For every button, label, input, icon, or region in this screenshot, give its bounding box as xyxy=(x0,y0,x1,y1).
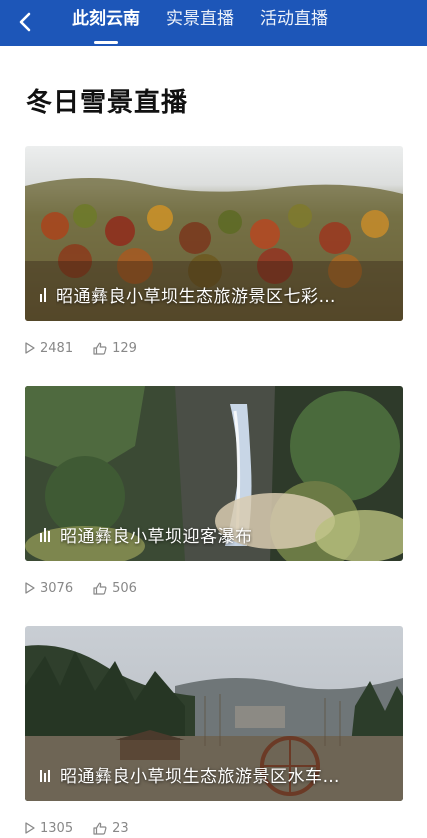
video-card[interactable]: 昭通彝良小草坝生态旅游景区七彩… 2481 129 xyxy=(25,146,403,357)
video-card[interactable]: 昭通彝良小草坝迎客瀑布 3076 506 xyxy=(25,386,403,597)
video-title: 昭通彝良小草坝迎客瀑布 xyxy=(60,527,253,547)
section-title: 冬日雪景直播 xyxy=(26,88,189,118)
play-count: 2481 xyxy=(25,341,73,356)
live-bars-icon xyxy=(40,287,48,302)
thumbs-up-icon xyxy=(93,342,107,355)
live-bars-icon xyxy=(40,527,52,542)
video-caption: 昭通彝良小草坝生态旅游景区七彩… xyxy=(40,282,391,307)
tab-bar: 此刻云南 实景直播 活动直播 xyxy=(72,0,354,46)
video-card[interactable]: 昭通彝良小草坝生态旅游景区水车… 1305 23 xyxy=(25,626,403,837)
video-title: 昭通彝良小草坝生态旅游景区七彩… xyxy=(56,287,336,307)
video-title: 昭通彝良小草坝生态旅游景区水车… xyxy=(60,767,340,787)
tab-event-live[interactable]: 活动直播 xyxy=(260,0,328,46)
video-thumbnail[interactable]: 昭通彝良小草坝生态旅游景区水车… xyxy=(25,626,403,801)
back-button[interactable] xyxy=(10,7,40,37)
app-screen: 此刻云南 实景直播 活动直播 冬日雪景直播 昭通彝良小草坝生态旅游景区七彩… 2… xyxy=(0,0,427,838)
video-stats: 1305 23 xyxy=(25,819,403,837)
play-count-value: 1305 xyxy=(40,820,74,836)
live-bars-icon xyxy=(40,768,52,782)
play-count: 3076 xyxy=(25,581,73,596)
like-count[interactable]: 129 xyxy=(93,341,137,356)
back-arrow-icon xyxy=(19,12,31,32)
like-count[interactable]: 506 xyxy=(93,581,137,596)
video-thumbnail[interactable]: 昭通彝良小草坝生态旅游景区七彩… xyxy=(25,146,403,321)
video-caption: 昭通彝良小草坝迎客瀑布 xyxy=(40,522,391,547)
video-stats: 3076 506 xyxy=(25,579,403,597)
play-count: 1305 xyxy=(25,821,73,836)
thumbs-up-icon xyxy=(93,582,107,595)
play-icon xyxy=(25,342,35,354)
thumbs-up-icon xyxy=(93,822,107,835)
like-count[interactable]: 23 xyxy=(93,821,129,836)
tab-now-yunnan[interactable]: 此刻云南 xyxy=(72,0,140,46)
play-count-value: 2481 xyxy=(40,340,74,356)
play-count-value: 3076 xyxy=(40,580,74,596)
like-count-value: 506 xyxy=(112,580,137,596)
like-count-value: 129 xyxy=(112,340,137,356)
play-icon xyxy=(25,582,35,594)
play-icon xyxy=(25,822,35,834)
like-count-value: 23 xyxy=(112,820,129,836)
video-caption: 昭通彝良小草坝生态旅游景区水车… xyxy=(40,762,391,787)
top-navigation-bar: 此刻云南 实景直播 活动直播 xyxy=(0,0,427,46)
video-stats: 2481 129 xyxy=(25,339,403,357)
video-thumbnail[interactable]: 昭通彝良小草坝迎客瀑布 xyxy=(25,386,403,561)
tab-live-scenery[interactable]: 实景直播 xyxy=(166,0,234,46)
